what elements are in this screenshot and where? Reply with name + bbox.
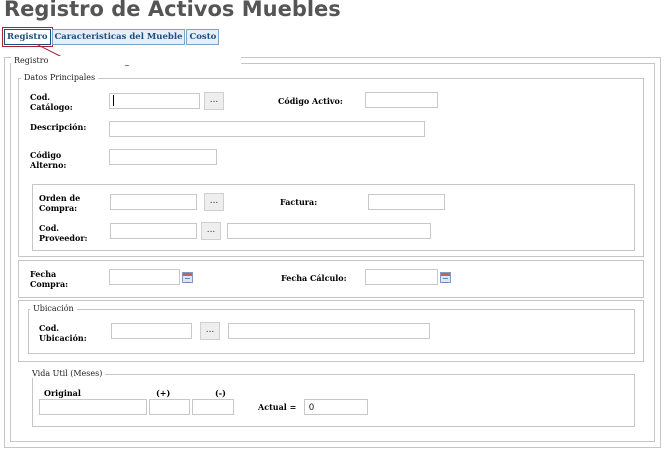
actual-input[interactable]: 0 (304, 399, 368, 415)
datos-principales-legend: Datos Principales (21, 73, 99, 82)
fecha-calculo-input[interactable] (365, 269, 438, 285)
minus-label: (-) (215, 388, 226, 398)
original-input[interactable] (39, 399, 147, 415)
cod-ubicacion-label: Cod. Ubicación: (39, 323, 87, 343)
registro-legend: Registro (11, 56, 241, 65)
actual-label: Actual = (258, 402, 297, 412)
tab-bar: Registro Caracteristicas del Mueble Cost… (2, 27, 220, 47)
cod-catalogo-lookup-button[interactable]: ... (204, 92, 224, 110)
orden-compra-label: Orden de Compra: (39, 193, 81, 213)
cod-ubicacion-input[interactable] (111, 323, 192, 339)
fecha-compra-input[interactable] (109, 269, 180, 285)
codigo-activo-label: Código Activo: (278, 96, 343, 106)
minus-input[interactable] (192, 399, 234, 415)
cod-ubicacion-lookup-button[interactable]: ... (200, 322, 220, 340)
cod-catalogo-label: Cod. Catálogo: (30, 92, 73, 112)
descripcion-input[interactable] (109, 121, 425, 137)
proveedor-name-input[interactable] (227, 223, 431, 239)
ubicacion-legend: Ubicación (30, 304, 77, 313)
tab-registro[interactable]: Registro (2, 27, 53, 47)
fecha-compra-calendar-icon[interactable] (182, 272, 193, 283)
codigo-alterno-label: Código Alterno: (30, 150, 67, 170)
fecha-calculo-label: Fecha Cálculo: (281, 273, 347, 283)
page-title: Registro de Activos Muebles (4, 0, 341, 21)
original-label: Original (44, 388, 81, 398)
orden-compra-lookup-button[interactable]: ... (204, 193, 224, 211)
cod-proveedor-lookup-button[interactable]: ... (201, 222, 221, 240)
cod-proveedor-label: Cod. Proveedor: (39, 223, 88, 243)
fecha-calculo-calendar-icon[interactable] (440, 272, 451, 283)
tab-costo[interactable]: Costo (186, 29, 220, 45)
codigo-activo-input[interactable] (365, 92, 438, 108)
factura-label: Factura: (280, 197, 318, 207)
cod-proveedor-input[interactable] (110, 223, 197, 239)
vida-util-legend: Vida Util (Meses) (29, 369, 106, 378)
text-cursor (113, 95, 114, 106)
cod-catalogo-input[interactable] (109, 93, 200, 109)
fecha-compra-label: Fecha Compra: (30, 269, 69, 289)
plus-input[interactable] (149, 399, 190, 415)
tab-caracteristicas[interactable]: Caracteristicas del Mueble (51, 29, 186, 45)
ubicacion-name-input[interactable] (228, 323, 430, 339)
factura-input[interactable] (368, 194, 445, 210)
codigo-alterno-input[interactable] (109, 149, 217, 165)
plus-label: (+) (156, 388, 171, 398)
descripcion-label: Descripción: (30, 122, 87, 132)
orden-compra-input[interactable] (110, 194, 197, 210)
